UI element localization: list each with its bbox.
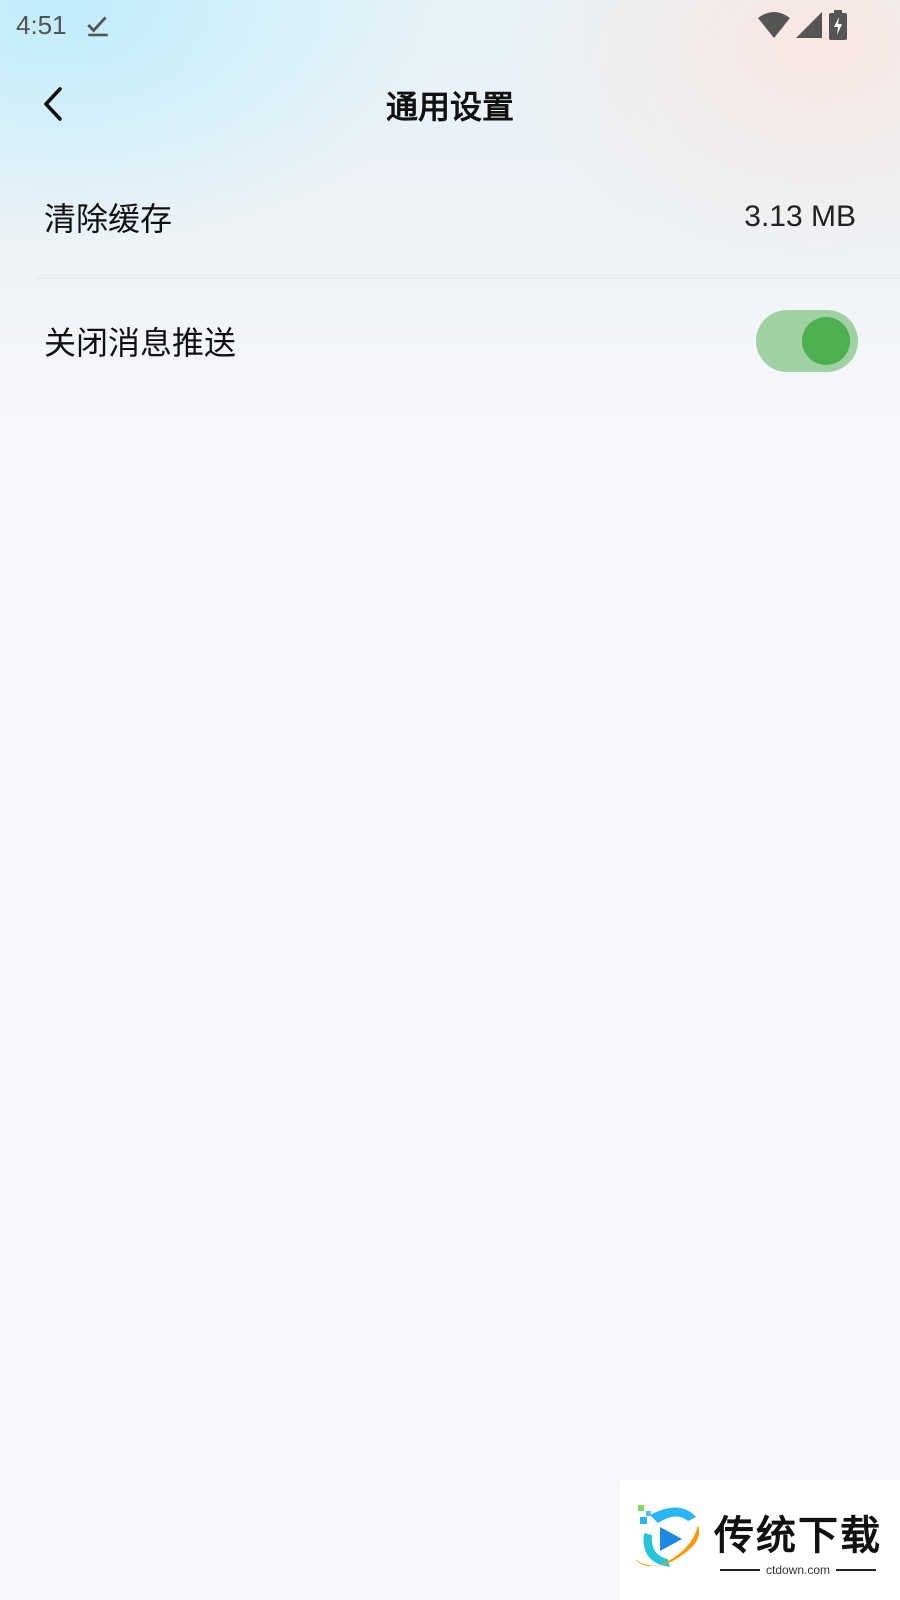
download-done-icon xyxy=(86,16,108,37)
watermark-title: 传统下载 xyxy=(714,1513,882,1559)
title-bar: 通用设置 xyxy=(0,62,900,146)
watermark-subline: ctdown.com xyxy=(719,1563,877,1577)
clear-cache-row[interactable]: 清除缓存 3.13 MB xyxy=(0,155,900,279)
watermark-text: 传统下载 ctdown.com xyxy=(714,1503,882,1577)
status-icons xyxy=(758,10,848,40)
clear-cache-label: 清除缓存 xyxy=(44,200,173,238)
settings-list: 清除缓存 3.13 MB 关闭消息推送 xyxy=(0,155,900,403)
signal-icon xyxy=(796,12,822,38)
push-notifications-toggle[interactable] xyxy=(756,310,858,372)
watermark-logo-icon xyxy=(634,1505,700,1567)
watermark-rule-right xyxy=(836,1569,877,1571)
watermark-subtitle: ctdown.com xyxy=(765,1563,831,1577)
watermark-rule-left xyxy=(719,1569,760,1571)
status-time: 4:51 xyxy=(16,9,67,40)
page-title: 通用设置 xyxy=(385,88,514,126)
status-bar: 4:51 xyxy=(0,0,900,50)
push-notifications-row: 关闭消息推送 xyxy=(0,279,900,403)
cache-size-value: 3.13 MB xyxy=(744,200,856,233)
watermark: 传统下载 ctdown.com xyxy=(620,1480,900,1600)
wifi-icon xyxy=(758,12,790,38)
push-notifications-label: 关闭消息推送 xyxy=(44,324,237,362)
battery-charging-icon xyxy=(829,10,847,40)
toggle-knob xyxy=(802,317,850,365)
